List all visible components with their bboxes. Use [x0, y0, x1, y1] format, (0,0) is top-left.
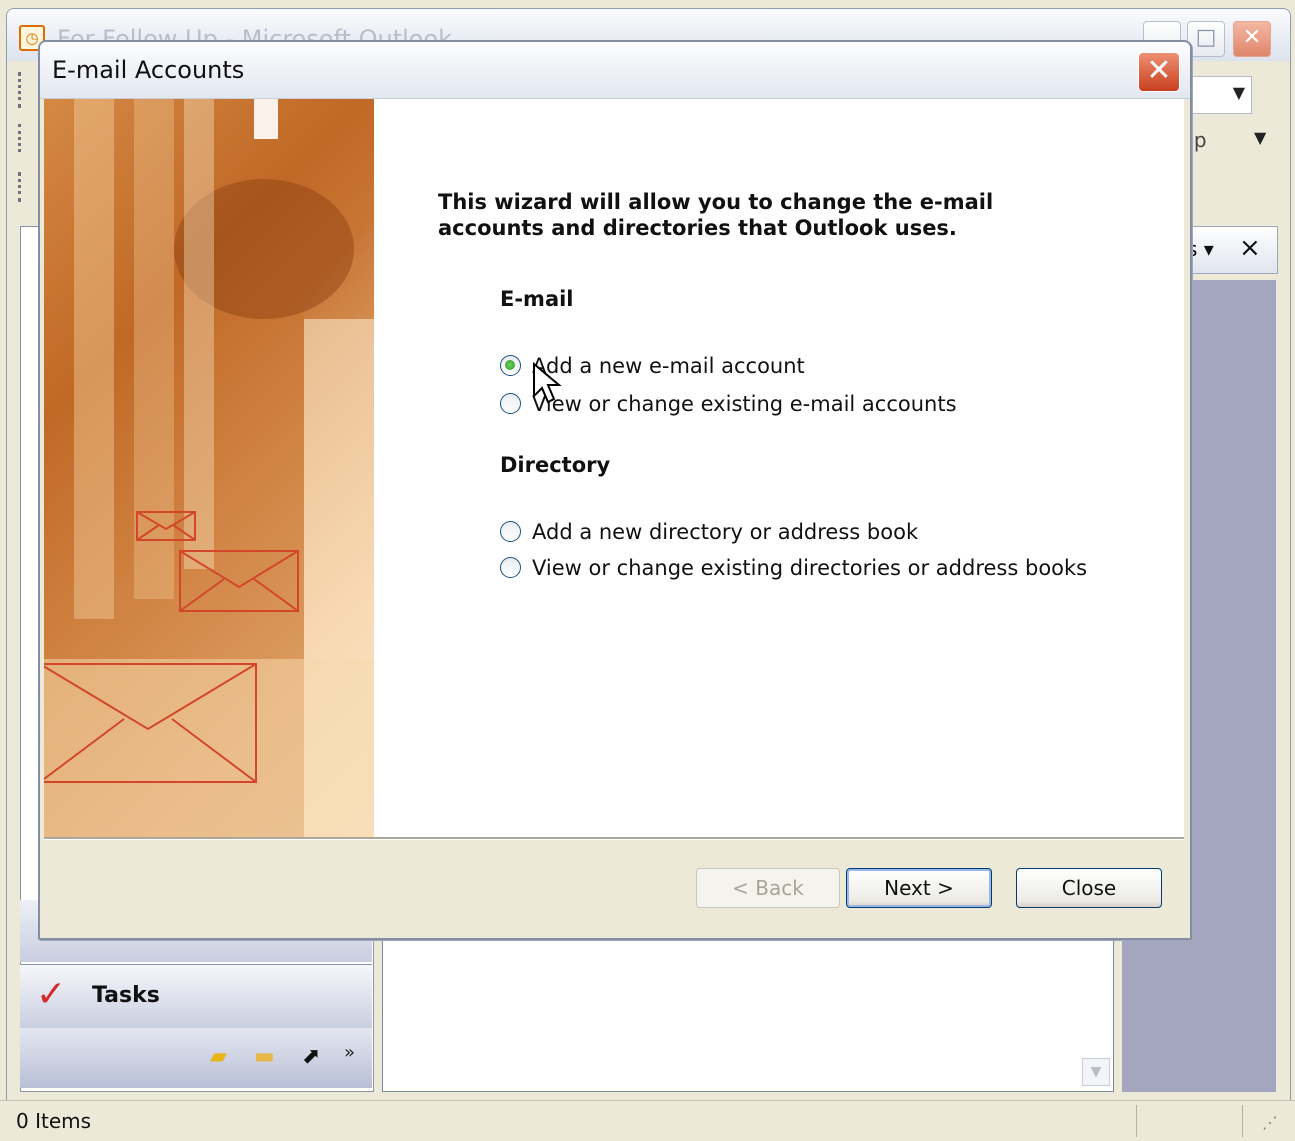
toolbar-grip[interactable]	[18, 172, 27, 202]
radio-label[interactable]: Add a new e-mail account	[532, 354, 805, 378]
radio-label[interactable]: View or change existing directories or a…	[532, 556, 1087, 580]
email-section-heading: E-mail	[500, 287, 574, 311]
close-button[interactable]: Close	[1016, 868, 1162, 908]
status-bar: 0 Items ⋰	[0, 1100, 1295, 1141]
dialog-title: E-mail Accounts	[52, 56, 245, 84]
wizard-intro-text: This wizard will allow you to change the…	[438, 190, 994, 240]
dialog-titlebar[interactable]: E-mail Accounts ✕	[40, 42, 1190, 99]
reading-pane	[382, 928, 1114, 1092]
email-accounts-dialog: E-mail Accounts ✕ This wizard will allow…	[38, 40, 1192, 940]
nav-item-tasks-label: Tasks	[92, 983, 160, 1008]
screen: ◷ For Follow Up - Microsoft Outlook _ □ …	[0, 0, 1295, 1141]
maximize-button[interactable]: □	[1187, 21, 1225, 57]
dialog-close-button[interactable]: ✕	[1138, 52, 1180, 92]
radio-label[interactable]: Add a new directory or address book	[532, 520, 918, 544]
radio-unselected-icon[interactable]	[500, 521, 521, 542]
chevron-down-icon: ▼	[1232, 83, 1245, 102]
wizard-banner-image	[44, 99, 374, 837]
radio-selected-icon[interactable]	[500, 355, 521, 376]
close-icon[interactable]: ×	[1239, 233, 1261, 263]
toolbar-combo[interactable]: ▼	[1184, 76, 1252, 114]
radio-unselected-icon[interactable]	[500, 557, 521, 578]
toolbar-grip[interactable]	[18, 124, 27, 152]
configure-buttons-icon[interactable]: »	[344, 1042, 368, 1064]
envelope-banner-graphic	[44, 99, 374, 837]
back-button[interactable]: < Back	[696, 868, 840, 908]
resize-grip-icon[interactable]: ⋰	[1262, 1113, 1278, 1132]
notes-icon[interactable]: ▰	[210, 1046, 234, 1068]
dialog-button-separator	[44, 837, 1184, 840]
nav-item-tasks[interactable]: ✓ Tasks	[20, 964, 372, 1029]
folder-icon[interactable]: ▬	[254, 1046, 278, 1068]
next-button[interactable]: Next >	[846, 868, 992, 908]
radio-label[interactable]: View or change existing e-mail accounts	[532, 392, 957, 416]
nav-shortcuts-bar: ▰ ▬ ⬈ »	[20, 1028, 372, 1088]
scroll-down-button[interactable]: ▼	[1082, 1058, 1110, 1086]
toolbar-grip[interactable]	[18, 72, 27, 108]
radio-unselected-icon[interactable]	[500, 393, 521, 414]
tasks-checkmark-icon: ✓	[36, 974, 67, 1015]
status-divider	[1242, 1105, 1243, 1137]
mouse-pointer-icon	[533, 362, 562, 404]
chevron-down-icon[interactable]: ▼	[1254, 128, 1266, 147]
shortcut-icon[interactable]: ⬈	[302, 1046, 326, 1068]
directory-section-heading: Directory	[500, 453, 611, 477]
close-icon: ✕	[1146, 53, 1172, 88]
status-divider	[1136, 1105, 1137, 1137]
status-item-count: 0 Items	[16, 1109, 92, 1133]
dialog-body: This wizard will allow you to change the…	[44, 99, 1184, 837]
outlook-close-button[interactable]: ✕	[1233, 21, 1271, 57]
